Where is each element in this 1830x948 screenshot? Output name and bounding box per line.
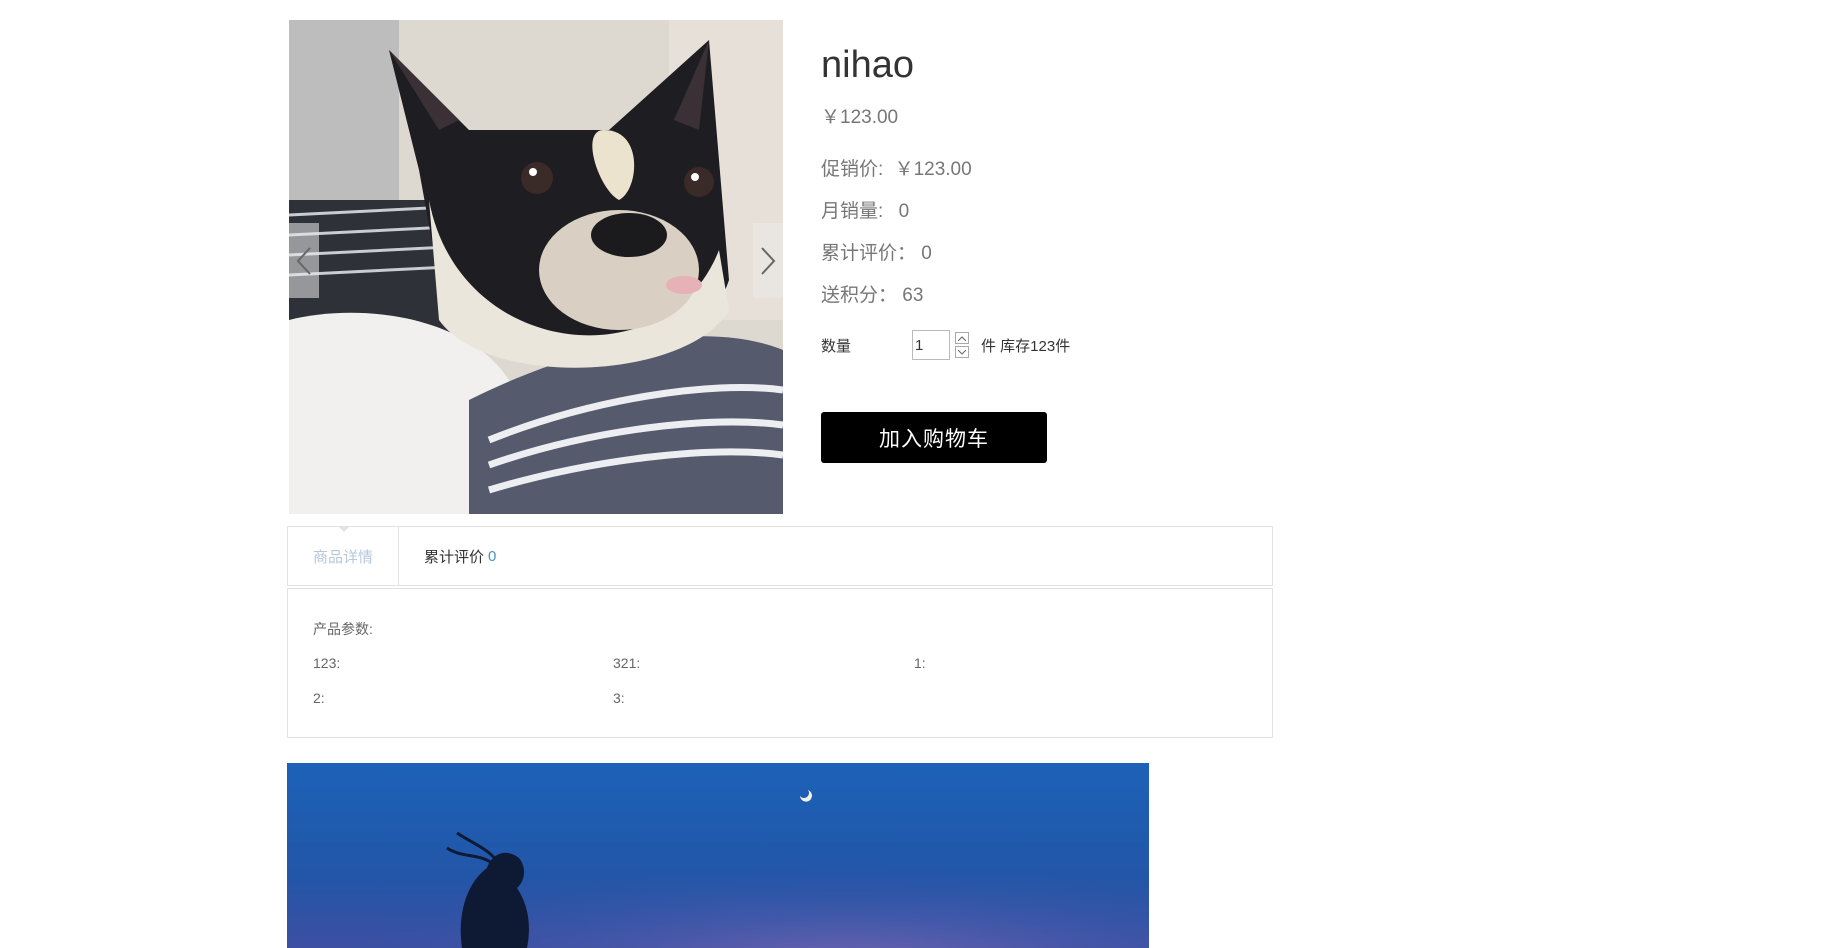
- quantity-input[interactable]: [912, 330, 950, 360]
- param-item: 2:: [313, 690, 325, 706]
- chevron-up-icon: [958, 335, 966, 341]
- stock-text: 件 库存123件: [981, 337, 1071, 355]
- product-info: nihao ￥123.00 促销价: ￥123.00 月销量: 0 累计评价： …: [821, 40, 1341, 317]
- add-to-cart-button[interactable]: 加入购物车: [821, 412, 1047, 463]
- tab-product-details[interactable]: 商品详情: [288, 526, 399, 585]
- product-title: nihao: [821, 44, 914, 86]
- description-photo: [287, 763, 1149, 948]
- review-count: 0: [488, 547, 497, 565]
- points-label: 送积分：: [821, 285, 898, 306]
- quantity-label: 数量: [821, 337, 852, 355]
- monthly-sales-label: 月销量:: [821, 201, 884, 222]
- description-image: [287, 763, 1149, 948]
- params-title: 产品参数:: [313, 621, 373, 637]
- quantity-increment-button[interactable]: [955, 332, 969, 344]
- tab-label: 商品详情: [313, 548, 374, 566]
- param-item: 123:: [313, 655, 341, 671]
- product-image-gallery: [289, 20, 783, 514]
- product-params: 产品参数: 123: 321: 1: 2: 3:: [287, 588, 1273, 738]
- quantity-row: 数量 件 库存123件: [821, 328, 1070, 362]
- promo-price-value: ￥123.00: [894, 159, 972, 180]
- total-reviews-row: 累计评价： 0: [821, 233, 1341, 275]
- product-photo: [289, 20, 783, 514]
- tab-label: 累计评价: [424, 548, 485, 566]
- chevron-down-icon: [958, 349, 966, 355]
- points-value: 63: [902, 285, 924, 306]
- product-price: ￥123.00: [821, 107, 899, 128]
- param-item: 321:: [613, 655, 641, 671]
- detail-tabs: 商品详情 累计评价 0: [287, 526, 1273, 586]
- param-item: 1:: [914, 655, 926, 671]
- promo-price-row: 促销价: ￥123.00: [821, 149, 1341, 191]
- chevron-right-icon: [761, 246, 776, 275]
- gallery-prev-button[interactable]: [289, 223, 319, 298]
- param-item: 3:: [613, 690, 625, 706]
- points-row: 送积分： 63: [821, 275, 1341, 317]
- chevron-left-icon: [296, 246, 311, 275]
- product-attributes: 促销价: ￥123.00 月销量: 0 累计评价： 0 送积分： 63: [821, 149, 1341, 317]
- total-reviews-value: 0: [921, 243, 932, 264]
- tab-reviews[interactable]: 累计评价 0: [399, 527, 521, 585]
- gallery-next-button[interactable]: [753, 223, 783, 298]
- total-reviews-label: 累计评价：: [821, 243, 917, 264]
- quantity-stepper: [955, 332, 969, 358]
- quantity-decrement-button[interactable]: [955, 346, 969, 358]
- promo-price-label: 促销价:: [821, 159, 884, 180]
- monthly-sales-row: 月销量: 0: [821, 191, 1341, 233]
- monthly-sales-value: 0: [898, 201, 910, 222]
